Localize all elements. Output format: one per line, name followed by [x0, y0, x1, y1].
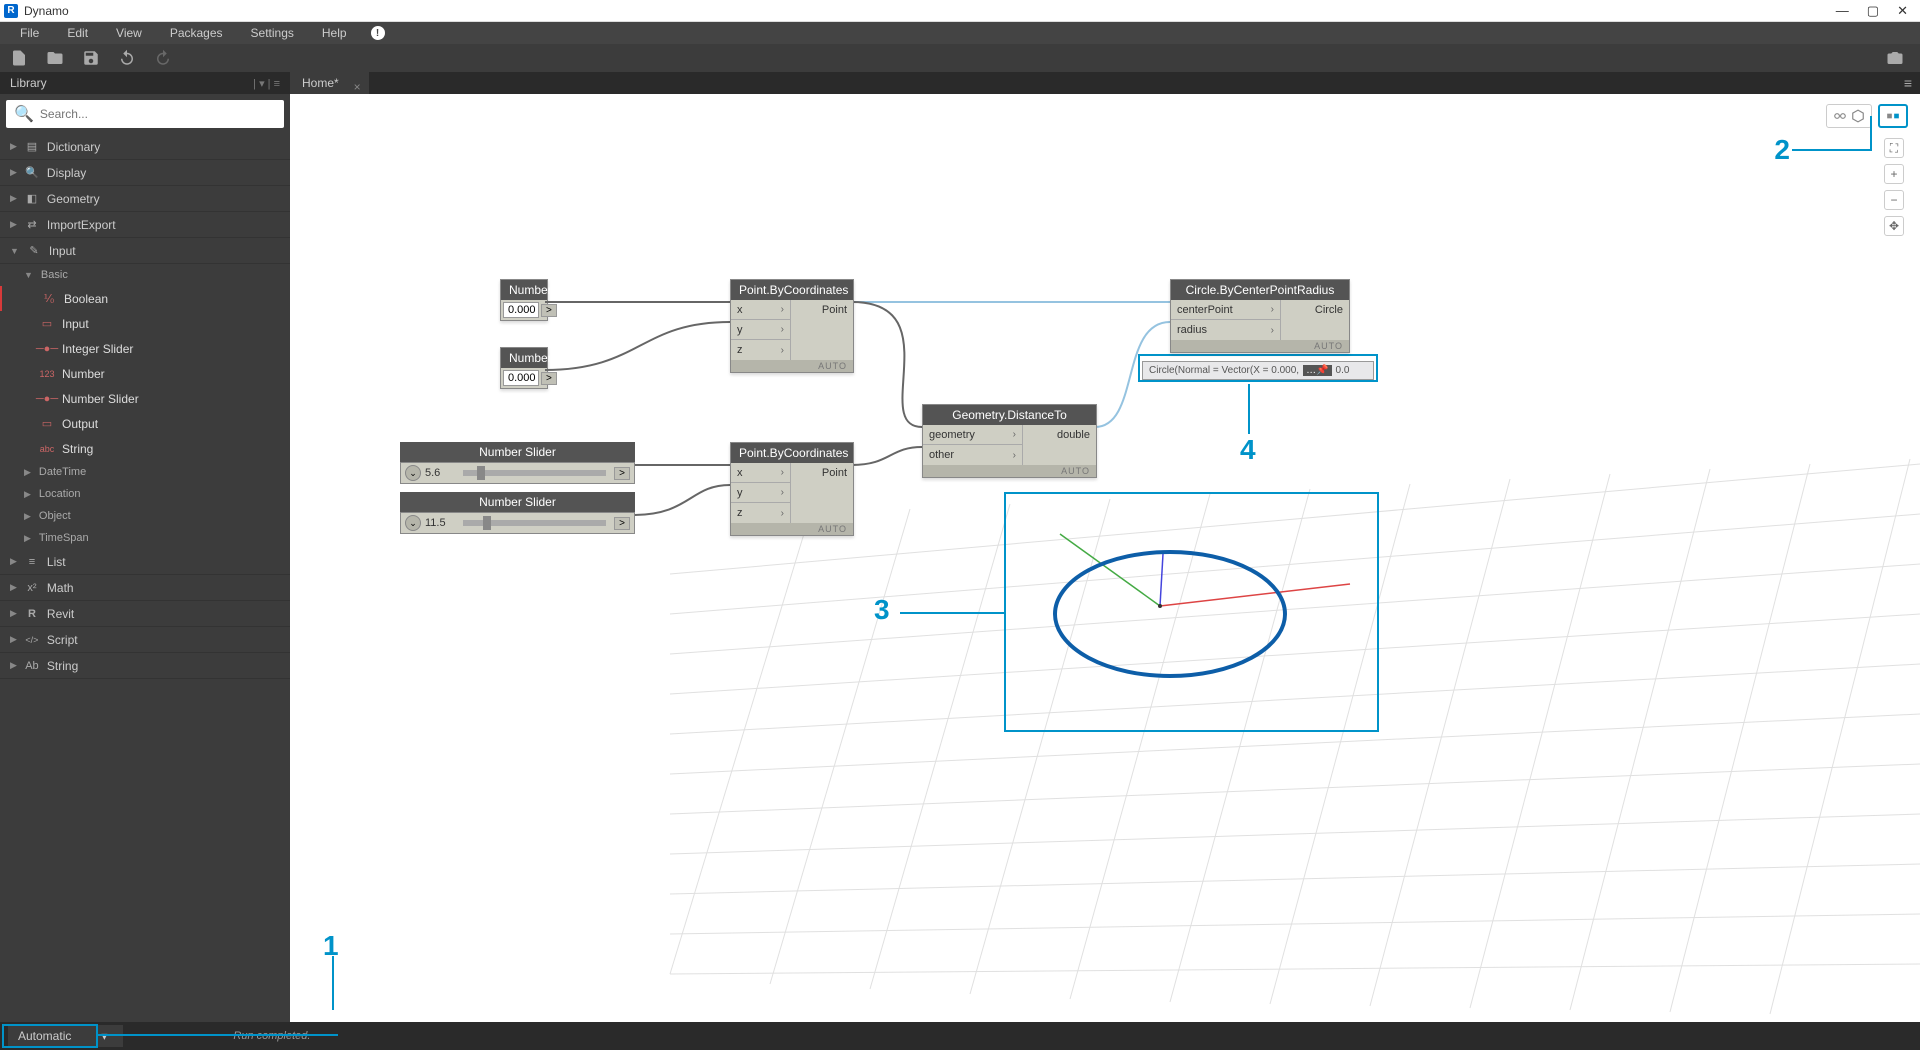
library-title: Library — [10, 76, 47, 90]
library-sidebar: Library | ▾ | ≡ 🔍 ▶▤Dictionary ▶🔍Display… — [0, 72, 290, 1022]
canvas[interactable]: Number 0.000 > Number 0.000 > Number Sli… — [290, 94, 1920, 1022]
node-number-1[interactable]: Number 0.000 > — [500, 279, 548, 321]
lib-leaf-number-slider[interactable]: ─●─Number Slider — [0, 386, 290, 411]
node-number-slider-1[interactable]: Number Slider ⌄ 5.6 > — [400, 442, 635, 484]
chevron-down-icon: ▾ — [101, 1029, 107, 1043]
annotation-3: 3 — [874, 594, 890, 626]
maximize-button[interactable]: ▢ — [1867, 3, 1879, 19]
undo-icon[interactable] — [118, 49, 136, 67]
node-point-bycoordinates-2[interactable]: Point.ByCoordinates x› y› z› Point AUTO — [730, 442, 854, 536]
menu-edit[interactable]: Edit — [53, 22, 102, 44]
window-controls: ― ▢ ✕ — [1836, 3, 1916, 19]
view-graph-button[interactable] — [1878, 104, 1908, 128]
lib-cat-geometry[interactable]: ▶◧Geometry — [0, 186, 290, 212]
slider-track[interactable] — [463, 520, 606, 526]
annotation-2: 2 — [1774, 134, 1790, 166]
lib-cat-revit[interactable]: ▶RRevit — [0, 601, 290, 627]
node-number-slider-2[interactable]: Number Slider ⌄ 11.5 > — [400, 492, 635, 534]
lib-cat-input[interactable]: ▼✎Input — [0, 238, 290, 264]
lib-cat-importexport[interactable]: ▶⇄ImportExport — [0, 212, 290, 238]
lib-cat-script[interactable]: ▶</>Script — [0, 627, 290, 653]
zoom-out-icon[interactable]: − — [1884, 190, 1904, 210]
app-icon: R — [4, 4, 18, 18]
info-icon[interactable]: ! — [371, 26, 385, 40]
tab-home[interactable]: Home* × — [290, 72, 369, 94]
view-toggle — [1826, 104, 1908, 128]
library-tree[interactable]: ▶▤Dictionary ▶🔍Display ▶◧Geometry ▶⇄Impo… — [0, 134, 290, 1022]
search-box[interactable]: 🔍 — [6, 100, 284, 128]
lib-cat-string[interactable]: ▶AbString — [0, 653, 290, 679]
minimize-button[interactable]: ― — [1836, 3, 1849, 19]
lib-cat-dictionary[interactable]: ▶▤Dictionary — [0, 134, 290, 160]
menu-file[interactable]: File — [6, 22, 53, 44]
number-value[interactable]: 0.000 — [503, 370, 539, 386]
statusbar: Automatic▾ Run completed. — [0, 1022, 1920, 1050]
new-file-icon[interactable] — [10, 49, 28, 67]
redo-icon[interactable] — [154, 49, 172, 67]
menu-help[interactable]: Help — [308, 22, 361, 44]
lib-leaf-output[interactable]: ▭Output — [0, 411, 290, 436]
number-stepper[interactable]: > — [541, 304, 557, 317]
chevron-down-icon[interactable]: ⌄ — [405, 465, 421, 481]
cube-icon — [1851, 109, 1865, 123]
camera-icon[interactable] — [1886, 49, 1904, 67]
run-mode-dropdown[interactable]: Automatic▾ — [8, 1025, 123, 1047]
lib-cat-math[interactable]: ▶x²Math — [0, 575, 290, 601]
library-header: Library | ▾ | ≡ — [0, 72, 290, 94]
lib-cat-display[interactable]: ▶🔍Display — [0, 160, 290, 186]
lib-leaf-integer-slider[interactable]: ─●─Integer Slider — [0, 336, 290, 361]
slider-output[interactable]: > — [614, 467, 630, 480]
lib-cat-list[interactable]: ▶≡List — [0, 549, 290, 575]
lib-leaf-input[interactable]: ▭Input — [0, 311, 290, 336]
menu-settings[interactable]: Settings — [237, 22, 308, 44]
lib-sub-object[interactable]: ▶Object — [0, 505, 290, 527]
open-file-icon[interactable] — [46, 49, 64, 67]
save-icon[interactable] — [82, 49, 100, 67]
pin-icon[interactable]: …📌 — [1303, 365, 1331, 376]
tab-bar: Home* × ≡ — [290, 72, 1920, 94]
lib-leaf-number[interactable]: 123Number — [0, 361, 290, 386]
slider-track[interactable] — [463, 470, 606, 476]
search-input[interactable] — [40, 107, 276, 121]
menu-view[interactable]: View — [102, 22, 156, 44]
titlebar: R Dynamo ― ▢ ✕ — [0, 0, 1920, 22]
node-preview-bubble[interactable]: Circle(Normal = Vector(X = 0.000, …📌 0.0 — [1142, 361, 1374, 380]
annotation-4: 4 — [1240, 434, 1256, 466]
menubar: File Edit View Packages Settings Help ! — [0, 22, 1920, 44]
slider-output[interactable]: > — [614, 517, 630, 530]
node-icon — [1886, 109, 1900, 123]
lib-sub-datetime[interactable]: ▶DateTime — [0, 461, 290, 483]
number-value[interactable]: 0.000 — [503, 302, 539, 318]
geometry-preview — [290, 94, 1920, 1022]
workspace: Home* × ≡ — [290, 72, 1920, 1022]
run-status: Run completed. — [233, 1030, 310, 1042]
search-icon: 🔍 — [14, 104, 34, 124]
close-button[interactable]: ✕ — [1897, 3, 1908, 19]
node-circle-bycenterpointradius[interactable]: Circle.ByCenterPointRadius centerPoint› … — [1170, 279, 1350, 353]
view-3d-button[interactable] — [1826, 104, 1872, 128]
annotation-1: 1 — [323, 930, 339, 962]
workspace-menu-icon[interactable]: ≡ — [1904, 75, 1912, 91]
lib-sub-basic[interactable]: ▼Basic — [0, 264, 290, 286]
toolbar — [0, 44, 1920, 72]
zoom-in-icon[interactable]: + — [1884, 164, 1904, 184]
lib-sub-location[interactable]: ▶Location — [0, 483, 290, 505]
pan-icon[interactable]: ✥ — [1884, 216, 1904, 236]
node-point-bycoordinates-1[interactable]: Point.ByCoordinates x› y› z› Point AUTO — [730, 279, 854, 373]
number-stepper[interactable]: > — [541, 372, 557, 385]
app-title: Dynamo — [24, 4, 1836, 18]
lib-leaf-boolean[interactable]: ⅟₀Boolean — [0, 286, 290, 311]
menu-packages[interactable]: Packages — [156, 22, 237, 44]
library-view-icons[interactable]: | ▾ | ≡ — [253, 77, 280, 90]
fit-view-icon[interactable]: ⛶ — [1884, 138, 1904, 158]
lib-sub-timespan[interactable]: ▶TimeSpan — [0, 527, 290, 549]
node-geometry-distanceto[interactable]: Geometry.DistanceTo geometry› other› dou… — [922, 404, 1097, 478]
lib-leaf-string[interactable]: abcString — [0, 436, 290, 461]
node-number-2[interactable]: Number 0.000 > — [500, 347, 548, 389]
view-controls: ⛶ + − ✥ — [1884, 138, 1904, 236]
glasses-icon — [1833, 109, 1847, 123]
chevron-down-icon[interactable]: ⌄ — [405, 515, 421, 531]
